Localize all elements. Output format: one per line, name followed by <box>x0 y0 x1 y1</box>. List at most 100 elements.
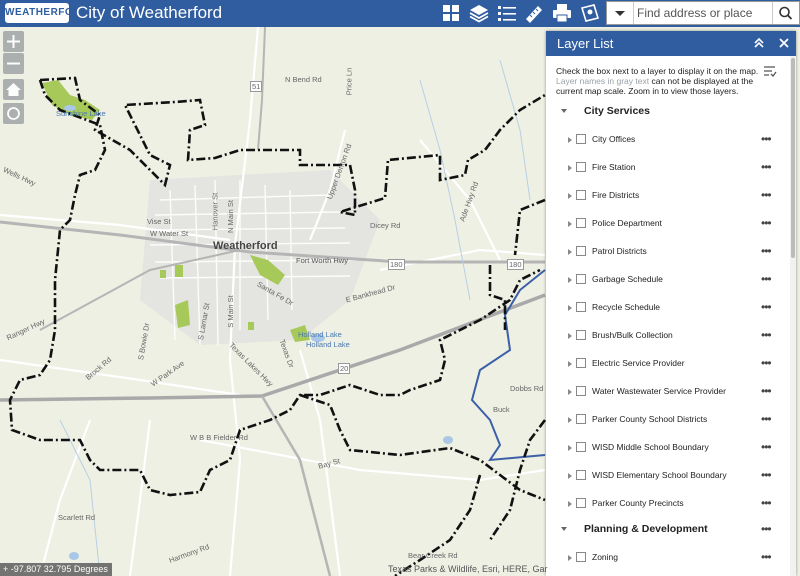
layer-item-garbage-schedule: Garbage Schedule ••• <box>546 270 790 292</box>
more-options-icon[interactable]: ••• <box>761 132 772 146</box>
more-options-icon[interactable]: ••• <box>761 496 772 510</box>
close-icon <box>779 38 789 48</box>
layer-group-planning-development[interactable]: Planning & Development ••• <box>546 520 790 540</box>
legend-icon[interactable] <box>495 2 519 24</box>
home-button[interactable] <box>3 79 24 100</box>
more-options-icon[interactable]: ••• <box>761 384 772 398</box>
layer-group-city-services[interactable]: City Services <box>546 102 790 122</box>
map-label-w-water-st: W Water St <box>150 229 189 238</box>
layer-label: City Offices <box>592 134 636 144</box>
layer-list-icon[interactable] <box>467 2 491 24</box>
layer-options-button[interactable] <box>762 64 778 78</box>
caret-right-icon[interactable] <box>568 333 572 339</box>
search-source-dropdown[interactable] <box>607 2 634 24</box>
map-label-fort-worth-hwy: Fort Worth Hwy <box>296 256 348 265</box>
layer-label: Patrol Districts <box>592 246 647 256</box>
layer-checkbox[interactable] <box>576 246 586 256</box>
more-options-icon[interactable]: ••• <box>761 188 772 202</box>
more-options-icon[interactable]: ••• <box>761 216 772 230</box>
layer-label: Electric Service Provider <box>592 358 685 368</box>
layer-checkbox[interactable] <box>576 498 586 508</box>
caret-right-icon[interactable] <box>568 417 572 423</box>
caret-right-icon[interactable] <box>568 555 572 561</box>
more-options-icon[interactable]: ••• <box>761 328 772 342</box>
city-logo: WEATHERFORD <box>5 3 88 23</box>
caret-down-icon[interactable] <box>561 527 567 531</box>
more-options-icon[interactable]: ••• <box>761 244 772 258</box>
print-icon[interactable] <box>550 2 574 24</box>
layer-item-zoning: Zoning ••• <box>546 548 790 570</box>
layer-checkbox[interactable] <box>576 330 586 340</box>
app-title: City of Weatherford <box>76 3 223 22</box>
layer-label: Water Wastewater Service Provider <box>592 386 726 396</box>
zoom-out-button[interactable] <box>3 53 24 74</box>
bookmark-icon[interactable] <box>578 2 602 24</box>
highway-shield-20: 20 <box>338 363 351 374</box>
measure-icon[interactable] <box>522 2 546 24</box>
caret-right-icon[interactable] <box>568 473 572 479</box>
map-label-w-bb-fielder-rd: W B B Fielder Rd <box>190 433 248 442</box>
basemap-gallery-icon[interactable] <box>440 2 464 24</box>
layer-checkbox[interactable] <box>576 386 586 396</box>
layer-label: Recycle Schedule <box>592 302 661 312</box>
more-options-icon[interactable]: ••• <box>761 356 772 370</box>
more-options-icon[interactable]: ••• <box>761 550 772 564</box>
more-options-icon[interactable]: ••• <box>761 412 772 426</box>
scrollbar-thumb[interactable] <box>791 58 795 258</box>
layer-checkbox[interactable] <box>576 302 586 312</box>
caret-right-icon[interactable] <box>568 389 572 395</box>
caret-right-icon[interactable] <box>568 137 572 143</box>
search-input[interactable] <box>637 2 771 24</box>
home-icon <box>6 83 21 96</box>
layer-checkbox[interactable] <box>576 274 586 284</box>
layer-checkbox[interactable] <box>576 470 586 480</box>
map-label-scarlett-rd: Scarlett Rd <box>58 513 96 522</box>
layer-checkbox[interactable] <box>576 218 586 228</box>
layer-item-parker-county-school-districts: Parker County School Districts ••• <box>546 410 790 432</box>
chevron-down-icon <box>615 11 625 16</box>
layer-checkbox[interactable] <box>576 190 586 200</box>
more-options-icon[interactable]: ••• <box>761 522 772 536</box>
close-panel-button[interactable] <box>776 35 792 51</box>
zoom-in-button[interactable] <box>3 31 24 52</box>
caret-right-icon[interactable] <box>568 305 572 311</box>
layer-checkbox[interactable] <box>576 162 586 172</box>
locate-button[interactable] <box>3 103 24 124</box>
layer-label: Garbage Schedule <box>592 274 663 284</box>
layer-checkbox[interactable] <box>576 358 586 368</box>
layer-checkbox[interactable] <box>576 414 586 424</box>
instructions-text-1: Check the box next to a layer to display… <box>556 66 759 76</box>
more-options-icon[interactable]: ••• <box>761 440 772 454</box>
caret-right-icon[interactable] <box>568 445 572 451</box>
map-label-bear-creek-rd: Bear Creek Rd <box>408 551 458 560</box>
caret-down-icon[interactable] <box>561 109 567 113</box>
map-label-sunshine-lake: Sunshine Lake <box>56 109 106 118</box>
caret-right-icon[interactable] <box>568 249 572 255</box>
panel-scrollbar[interactable] <box>790 56 796 576</box>
search-widget <box>606 1 800 25</box>
coordinates-text: -97.807 32.795 Degrees <box>10 564 108 574</box>
map-label-buck: Buck <box>493 405 510 414</box>
search-button[interactable] <box>772 2 799 24</box>
layer-label: Police Department <box>592 218 662 228</box>
more-options-icon[interactable]: ••• <box>761 160 772 174</box>
more-options-icon[interactable]: ••• <box>761 300 772 314</box>
caret-right-icon[interactable] <box>568 501 572 507</box>
caret-right-icon[interactable] <box>568 221 572 227</box>
more-options-icon[interactable]: ••• <box>761 468 772 482</box>
caret-right-icon[interactable] <box>568 277 572 283</box>
collapse-panel-button[interactable] <box>751 35 767 51</box>
caret-right-icon[interactable] <box>568 361 572 367</box>
layer-checkbox[interactable] <box>576 442 586 452</box>
layer-label: Parker County Precincts <box>592 498 684 508</box>
caret-right-icon[interactable] <box>568 165 572 171</box>
minus-icon <box>7 62 20 65</box>
filter-list-icon <box>764 66 777 77</box>
layer-checkbox[interactable] <box>576 134 586 144</box>
layer-checkbox[interactable] <box>576 552 586 562</box>
caret-right-icon[interactable] <box>568 193 572 199</box>
layer-item-fire-station: Fire Station ••• <box>546 158 790 180</box>
layer-label: Fire Station <box>592 162 636 172</box>
more-options-icon[interactable]: ••• <box>761 272 772 286</box>
layer-item-electric-service-provider: Electric Service Provider ••• <box>546 354 790 376</box>
